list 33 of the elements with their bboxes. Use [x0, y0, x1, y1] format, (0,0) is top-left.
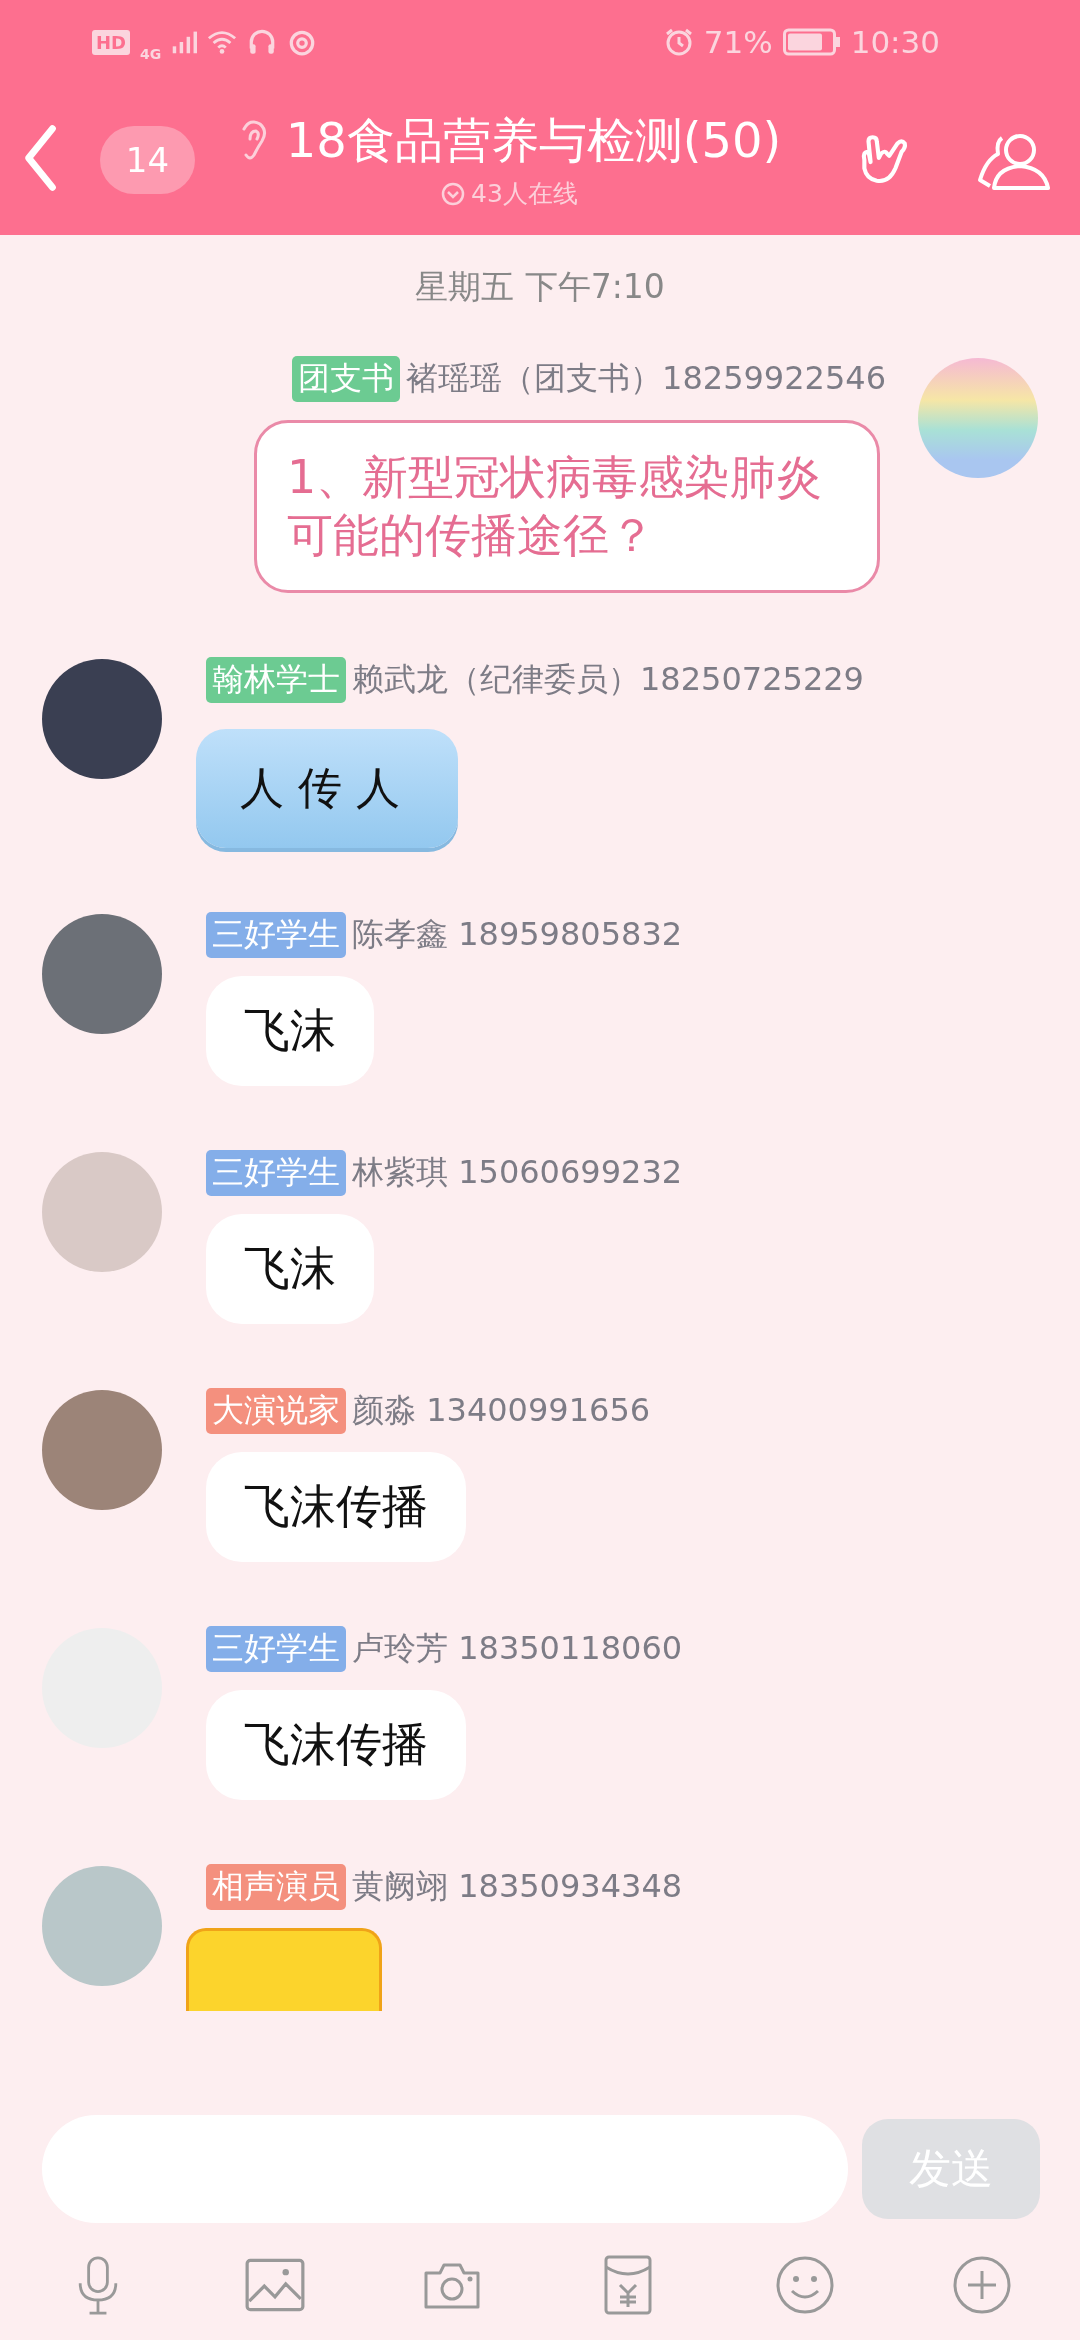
chevron-down-icon[interactable]: [441, 181, 466, 206]
alarm-icon: [663, 27, 694, 57]
member-title-badge: 团支书: [292, 356, 401, 402]
date-divider: 星期五 下午7:10: [415, 266, 665, 308]
hd-icon: HD: [92, 29, 130, 55]
clock-time: 10:30: [850, 24, 940, 60]
message-bubble: 1、新型冠状病毒感染肺炎可能的传播途径？: [254, 420, 880, 593]
network-type: 4G: [140, 46, 162, 62]
sender-name: 卢玲芳 18350118060: [352, 1628, 683, 1669]
battery-icon: [782, 28, 841, 56]
member-title-badge: 相声演员: [206, 1864, 346, 1910]
sender-name: 林紫琪 15060699232: [352, 1152, 683, 1193]
sender-name: 褚瑶瑶（团支书）18259922546: [406, 358, 886, 399]
emoji-icon[interactable]: [775, 2255, 836, 2315]
sender-name: 赖武龙（纪律委员）18250725229: [352, 659, 864, 700]
message-bubble: 飞沫: [206, 976, 374, 1086]
member-title-badge: 三好学生: [206, 912, 346, 958]
sender-name: 陈孝鑫 18959805832: [352, 914, 683, 955]
member-title-badge: 翰林学士: [206, 657, 346, 703]
online-count: 43人在线: [471, 178, 578, 210]
sender-name: 黄阙翊 18350934348: [352, 1866, 683, 1907]
sender-name: 颜淼 13400991656: [352, 1390, 651, 1431]
member-title-badge: 三好学生: [206, 1626, 346, 1672]
member-title-badge: 三好学生: [206, 1150, 346, 1196]
battery-percent: 71%: [703, 24, 773, 60]
add-icon[interactable]: [952, 2255, 1012, 2315]
signal-icon: [171, 29, 198, 55]
unread-count-badge: 14: [100, 125, 195, 194]
message-bubble: 飞沫: [206, 1214, 374, 1324]
message-bubble: 飞沫传播: [206, 1690, 466, 1800]
member-title-badge: 大演说家: [206, 1388, 346, 1434]
message-bubble: 飞沫传播: [206, 1452, 466, 1562]
group-title: 18食品营养与检测(50): [285, 111, 782, 170]
